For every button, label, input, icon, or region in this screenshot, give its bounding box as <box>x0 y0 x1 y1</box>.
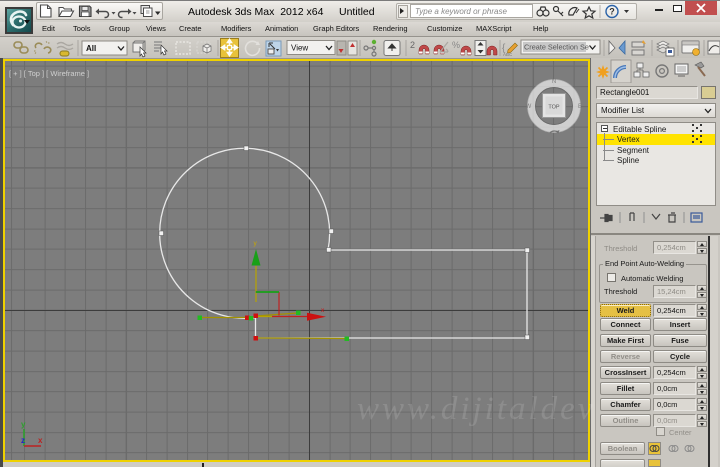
svg-text:y: y <box>254 240 258 247</box>
svg-text:x: x <box>321 307 325 314</box>
svg-text:y: y <box>21 420 26 429</box>
svg-text:z: z <box>21 436 25 445</box>
svg-text:x: x <box>38 436 43 445</box>
